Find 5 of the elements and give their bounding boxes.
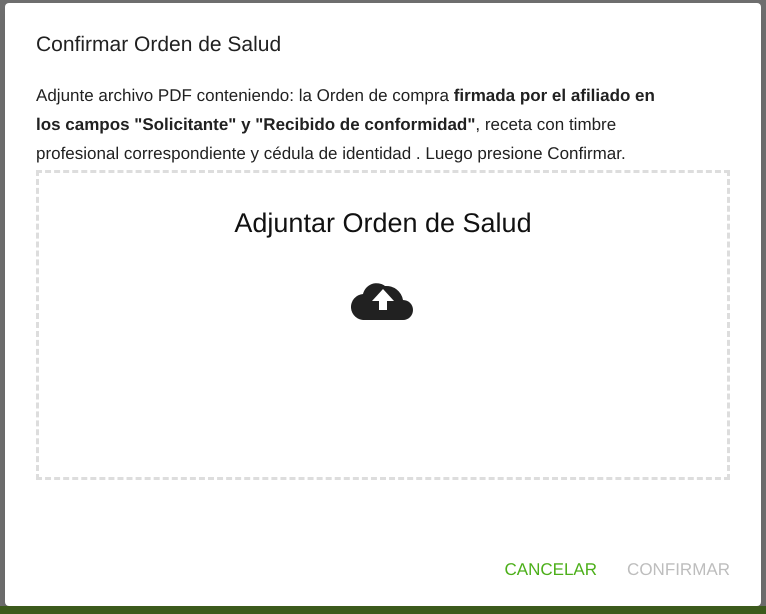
- upload-dropzone[interactable]: Adjuntar Orden de Salud: [36, 170, 730, 480]
- dialog-title: Confirmar Orden de Salud: [36, 32, 282, 58]
- cancel-button[interactable]: CANCELAR: [504, 552, 598, 586]
- dialog-description: Adjunte archivo PDF conteniendo: la Orden de compra firmada por el afiliado en los campos "Solicitante" y "Recibido de conformidad", receta con timbre profesional correspondiente y cédula de identidad . Luego presione Confirmar.: [36, 85, 656, 165]
- dropzone-label: Adjuntar Orden de Salud: [234, 207, 532, 240]
